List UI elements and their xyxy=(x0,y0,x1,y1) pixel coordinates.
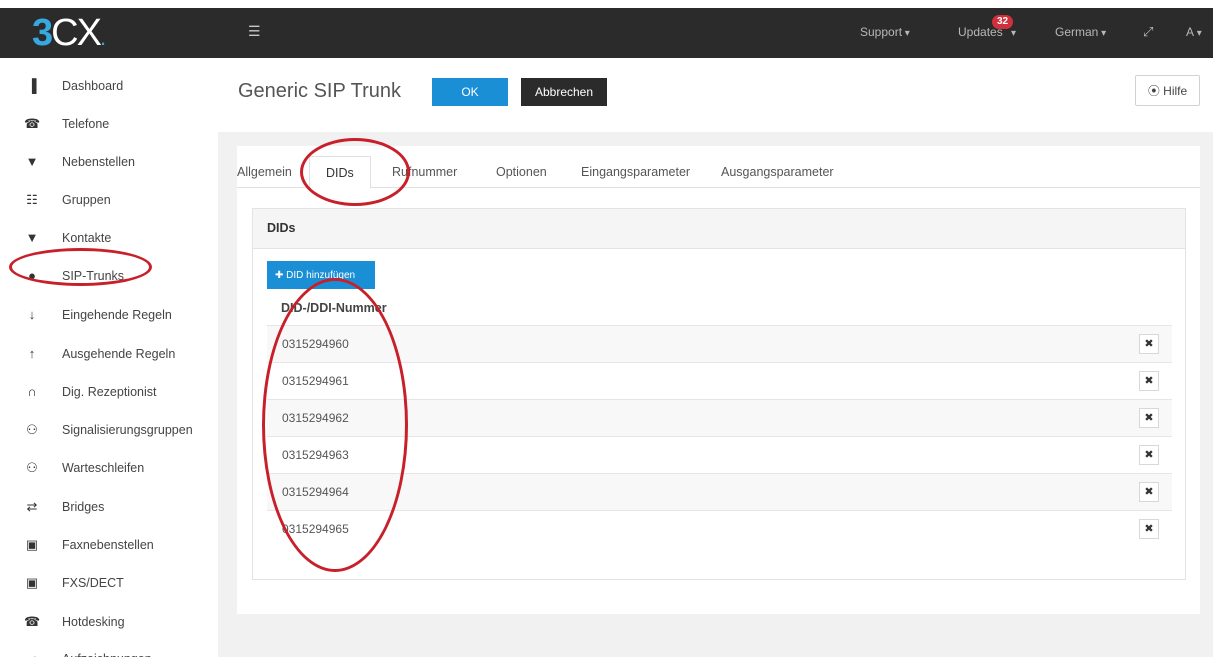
sidebar-item-label: Signalisierungsgruppen xyxy=(62,423,193,437)
delete-did-button[interactable]: ✖ xyxy=(1139,334,1159,354)
menu-icon[interactable]: ☰ xyxy=(248,24,262,38)
grid-icon: ☷ xyxy=(26,192,38,207)
tab-number[interactable]: Rufnummer xyxy=(392,164,457,180)
tab-outbound-params[interactable]: Ausgangsparameter xyxy=(721,164,834,180)
sidebar-item-signalisierungsgruppen[interactable]: ⚇ Signalisierungsgruppen xyxy=(0,412,210,450)
tab-general[interactable]: Allgemein xyxy=(237,164,292,180)
sidebar-item-label: Gruppen xyxy=(62,193,111,207)
sidebar-item-hotdesking[interactable]: ☎ Hotdesking xyxy=(0,604,210,642)
sidebar-item-label: Nebenstellen xyxy=(62,155,135,169)
sidebar-item-label: Faxnebenstellen xyxy=(62,538,154,552)
sidebar-item-kontakte[interactable]: ▼ Kontakte xyxy=(0,220,210,258)
sidebar-item-label: Dig. Rezeptionist xyxy=(62,385,157,399)
hotdesk-icon: ☎ xyxy=(24,614,41,629)
dids-panel: DIDs ✚ DID hinzufügen DID-/DDI-Nummer 03… xyxy=(252,208,1186,580)
table-row: 0315294963 ✖ xyxy=(267,436,1172,473)
arrow-up-icon: ↑ xyxy=(28,346,36,361)
bridge-icon: ⇄ xyxy=(26,499,38,514)
table-row: 0315294965 ✖ xyxy=(267,510,1172,547)
did-column-header: DID-/DDI-Nummer xyxy=(281,301,387,315)
table-row: 0315294962 ✖ xyxy=(267,399,1172,436)
user-icon: ▼ xyxy=(25,154,39,169)
sidebar-item-label: SIP-Trunks xyxy=(62,269,125,283)
users-icon: ⚇ xyxy=(26,422,38,437)
headset-icon: ∩ xyxy=(27,384,37,399)
sidebar-item-label: Warteschleifen xyxy=(62,461,145,475)
delete-did-button[interactable]: ✖ xyxy=(1139,371,1159,391)
sidebar-item-label: FXS/DECT xyxy=(62,576,124,590)
did-number: 0315294963 xyxy=(282,448,349,462)
did-number: 0315294961 xyxy=(282,374,349,388)
recording-icon: ◂ xyxy=(24,651,40,657)
sidebar-item-aufzeichnungen[interactable]: ◂ Aufzeichnungen xyxy=(0,641,210,657)
fxs-icon: ▣ xyxy=(25,575,39,590)
sidebar-item-dig-rezeptionist[interactable]: ∩ Dig. Rezeptionist xyxy=(0,374,210,412)
sidebar-item-nebenstellen[interactable]: ▼ Nebenstellen xyxy=(0,144,210,182)
did-number: 0315294964 xyxy=(282,485,349,499)
sidebar-item-label: Dashboard xyxy=(62,79,124,93)
user-menu[interactable]: A xyxy=(1186,24,1202,42)
table-row: 0315294960 ✖ xyxy=(267,325,1172,362)
did-number: 0315294965 xyxy=(282,522,349,536)
top-bar: 3CX. ☰ Support Updates ▾ 32 German ⤢ A xyxy=(0,8,1213,58)
fax-icon: ▣ xyxy=(25,537,39,552)
table-row: 0315294964 ✖ xyxy=(267,473,1172,510)
page-header: Generic SIP Trunk OK Abbrechen ⦿ Hilfe xyxy=(218,58,1213,132)
sidebar-item-gruppen[interactable]: ☷ Gruppen xyxy=(0,182,210,220)
support-menu[interactable]: Support xyxy=(860,24,910,42)
sidebar-item-dashboard[interactable]: ▐ Dashboard xyxy=(0,68,210,106)
updates-badge: 32 xyxy=(992,15,1014,29)
sidebar-item-faxnebenstellen[interactable]: ▣ Faxnebenstellen xyxy=(0,527,210,565)
delete-did-button[interactable]: ✖ xyxy=(1139,519,1159,539)
sidebar-item-warteschleifen[interactable]: ⚇ Warteschleifen xyxy=(0,450,210,488)
sidebar-item-fxs-dect[interactable]: ▣ FXS/DECT xyxy=(0,565,210,603)
dids-panel-title: DIDs xyxy=(267,221,296,235)
tab-options[interactable]: Optionen xyxy=(496,164,547,180)
tab-inbound-params[interactable]: Eingangsparameter xyxy=(581,164,690,180)
logo-3cx[interactable]: 3CX. xyxy=(32,12,106,59)
delete-did-button[interactable]: ✖ xyxy=(1139,482,1159,502)
help-button[interactable]: ⦿ Hilfe xyxy=(1135,75,1200,106)
logo-area: 3CX. xyxy=(0,8,210,58)
phone-icon: ☎ xyxy=(24,116,41,131)
dashboard-icon: ▐ xyxy=(27,78,37,93)
delete-did-button[interactable]: ✖ xyxy=(1139,445,1159,465)
sidebar-item-label: Eingehende Regeln xyxy=(62,308,172,322)
did-number: 0315294962 xyxy=(282,411,349,425)
add-did-button[interactable]: ✚ DID hinzufügen xyxy=(267,261,375,289)
main-content: Generic SIP Trunk OK Abbrechen ⦿ Hilfe A… xyxy=(218,58,1213,657)
sidebar-item-eingehende-regeln[interactable]: ↓ Eingehende Regeln xyxy=(0,297,210,335)
cancel-button[interactable]: Abbrechen xyxy=(521,78,607,106)
sidebar-item-label: Hotdesking xyxy=(62,615,125,629)
did-number: 0315294960 xyxy=(282,337,349,351)
sidebar-item-ausgehende-regeln[interactable]: ↑ Ausgehende Regeln xyxy=(0,336,210,374)
queue-icon: ⚇ xyxy=(26,460,38,475)
globe-icon: ● xyxy=(28,268,36,283)
trunk-card: Allgemein DIDs Rufnummer Optionen Eingan… xyxy=(237,146,1200,614)
tab-dids[interactable]: DIDs xyxy=(309,156,371,189)
sidebar-item-label: Ausgehende Regeln xyxy=(62,347,176,361)
delete-did-button[interactable]: ✖ xyxy=(1139,408,1159,428)
arrow-down-icon: ↓ xyxy=(28,307,36,322)
ok-button[interactable]: OK xyxy=(432,78,508,106)
sidebar-item-telefone[interactable]: ☎ Telefone xyxy=(0,106,210,144)
tab-bar: Allgemein DIDs Rufnummer Optionen Eingan… xyxy=(237,146,1200,189)
contact-icon: ▼ xyxy=(25,230,39,245)
expand-icon[interactable]: ⤢ xyxy=(1143,24,1153,40)
language-menu[interactable]: German xyxy=(1055,24,1106,42)
sidebar-item-label: Aufzeichnungen xyxy=(62,651,152,657)
sidebar-item-bridges[interactable]: ⇄ Bridges xyxy=(0,489,210,527)
sidebar-item-sip-trunks[interactable]: ● SIP-Trunks xyxy=(0,258,210,296)
table-row: 0315294961 ✖ xyxy=(267,362,1172,399)
page-title: Generic SIP Trunk xyxy=(238,80,402,102)
sidebar-item-label: Telefone xyxy=(62,117,110,131)
sidebar-item-label: Kontakte xyxy=(62,231,112,245)
dids-panel-header: DIDs xyxy=(253,209,1185,249)
sidebar-item-label: Bridges xyxy=(62,500,105,514)
sidebar: ▐ Dashboard ☎ Telefone ▼ Nebenstellen ☷ Gruppen… xyxy=(0,58,210,657)
